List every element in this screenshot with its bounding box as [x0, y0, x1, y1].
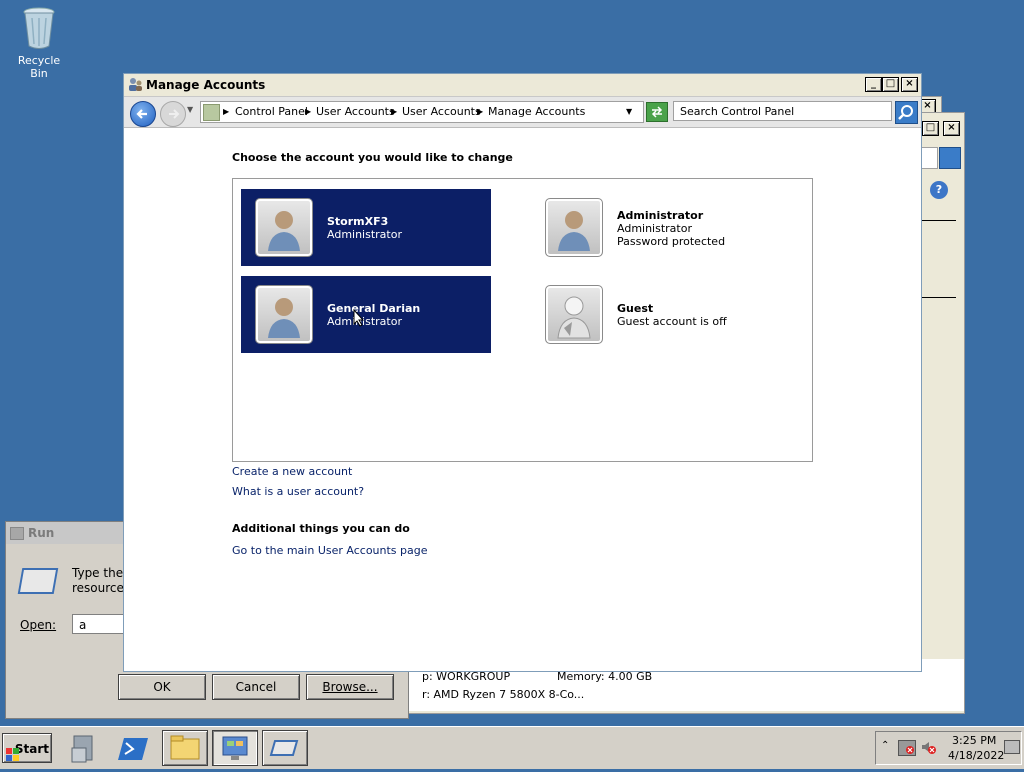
clock-date[interactable]: 4/18/2022 [948, 749, 1004, 762]
breadcrumb-user-accounts-1[interactable]: User Accounts [316, 105, 395, 118]
account-name: Administrator [617, 209, 704, 222]
accounts-panel: StormXF3 Administrator Administrator Adm… [232, 178, 813, 462]
show-hidden-icons-chevron-icon[interactable]: ⌃ [881, 740, 889, 751]
run-prompt-line2: resource, [72, 581, 128, 595]
processor-text: r: AMD Ryzen 7 5800X 8-Co... [422, 688, 585, 701]
create-new-account-link[interactable]: Create a new account [232, 465, 352, 478]
back-button[interactable] [130, 101, 156, 127]
minimize-button[interactable]: _ [865, 77, 882, 92]
account-general-darian[interactable]: General Darian Administrator [241, 276, 491, 353]
breadcrumb-manage-accounts[interactable]: Manage Accounts [488, 105, 585, 118]
account-name: Guest [617, 302, 654, 315]
mouse-cursor-icon [353, 309, 365, 327]
control-panel-icon [203, 104, 220, 121]
browse-button[interactable]: Browse... [306, 674, 394, 700]
server-manager-icon[interactable] [64, 730, 110, 766]
account-stormxf3[interactable]: StormXF3 Administrator [241, 189, 491, 266]
what-is-user-account-link[interactable]: What is a user account? [232, 485, 364, 498]
divider [920, 297, 956, 298]
account-administrator[interactable]: Administrator Administrator Password pro… [531, 189, 781, 266]
taskbar: Start ⌃ 3:25 PM 4/18/2022 [0, 726, 1024, 769]
windows-logo-icon [6, 742, 19, 761]
account-type: Administrator [327, 228, 402, 241]
account-type: Administrator [617, 222, 692, 235]
run-taskbar-icon[interactable] [262, 730, 308, 766]
window-title: Manage Accounts [146, 78, 266, 92]
breadcrumb-control-panel[interactable]: Control Panel [235, 105, 308, 118]
user-avatar-icon [545, 198, 603, 257]
clock-time[interactable]: 3:25 PM [952, 734, 996, 747]
cancel-button[interactable]: Cancel [212, 674, 300, 700]
maximize-button[interactable]: □ [882, 77, 899, 92]
help-icon[interactable]: ? [930, 181, 948, 199]
address-dropdown-chevron-icon[interactable]: ▼ [626, 107, 632, 116]
powershell-icon[interactable] [114, 730, 160, 766]
recycle-bin-label: Recycle Bin [17, 54, 61, 80]
breadcrumb-separator-icon[interactable]: ▶ [223, 107, 229, 116]
breadcrumb-separator-icon[interactable]: ▶ [391, 107, 397, 116]
start-label: Start [14, 742, 49, 756]
system-tray: ⌃ 3:25 PM 4/18/2022 [875, 731, 1022, 765]
account-status: Password protected [617, 235, 726, 248]
breadcrumb-separator-icon[interactable]: ▶ [477, 107, 483, 116]
recent-pages-chevron-icon[interactable]: ▼ [187, 105, 193, 114]
show-desktop-icon[interactable] [1004, 740, 1020, 754]
account-status: Guest account is off [617, 315, 727, 328]
network-icon[interactable] [898, 740, 916, 756]
search-icon [898, 105, 913, 120]
background-close-button-2[interactable]: × [943, 121, 960, 136]
run-title: Run [28, 526, 55, 540]
main-titlebar[interactable]: Manage Accounts _ □ × [124, 74, 921, 97]
account-name: StormXF3 [327, 215, 389, 228]
recycle-bin-icon [22, 6, 56, 50]
address-bar: ▼ ▶ Control Panel ▶ User Accounts ▶ User… [124, 97, 921, 128]
background-search-icon[interactable] [939, 147, 961, 169]
breadcrumb-separator-icon[interactable]: ▶ [305, 107, 311, 116]
breadcrumb[interactable]: ▶ Control Panel ▶ User Accounts ▶ User A… [200, 101, 644, 123]
page-heading: Choose the account you would like to cha… [232, 151, 513, 164]
main-user-accounts-link[interactable]: Go to the main User Accounts page [232, 544, 428, 557]
additional-heading: Additional things you can do [232, 522, 410, 535]
guest-avatar-icon [545, 285, 603, 344]
breadcrumb-user-accounts-2[interactable]: User Accounts [402, 105, 481, 118]
recycle-bin-desktop-icon[interactable]: Recycle Bin [8, 6, 70, 80]
start-button[interactable]: Start [2, 733, 52, 763]
forward-button[interactable] [160, 101, 186, 127]
user-avatar-icon [255, 285, 313, 344]
users-icon [128, 77, 143, 92]
refresh-icon[interactable] [646, 102, 668, 122]
manage-accounts-window: Manage Accounts _ □ × ▼ ▶ Control Panel … [123, 73, 922, 672]
control-panel-taskbar-icon[interactable] [212, 730, 258, 766]
background-maximize-button[interactable]: □ [922, 121, 939, 136]
open-input[interactable]: a [72, 614, 124, 634]
account-guest[interactable]: Guest Guest account is off [531, 276, 781, 353]
ok-button[interactable]: OK [118, 674, 206, 700]
close-button[interactable]: × [901, 77, 918, 92]
run-icon [17, 568, 59, 594]
volume-muted-icon[interactable] [920, 739, 936, 755]
run-window-icon [10, 527, 24, 540]
search-input[interactable]: Search Control Panel [673, 101, 892, 121]
open-label: Open: [20, 618, 57, 632]
file-explorer-icon[interactable] [162, 730, 208, 766]
search-button[interactable] [895, 101, 918, 124]
user-avatar-icon [255, 198, 313, 257]
divider [920, 220, 956, 221]
account-name: General Darian [327, 302, 421, 315]
